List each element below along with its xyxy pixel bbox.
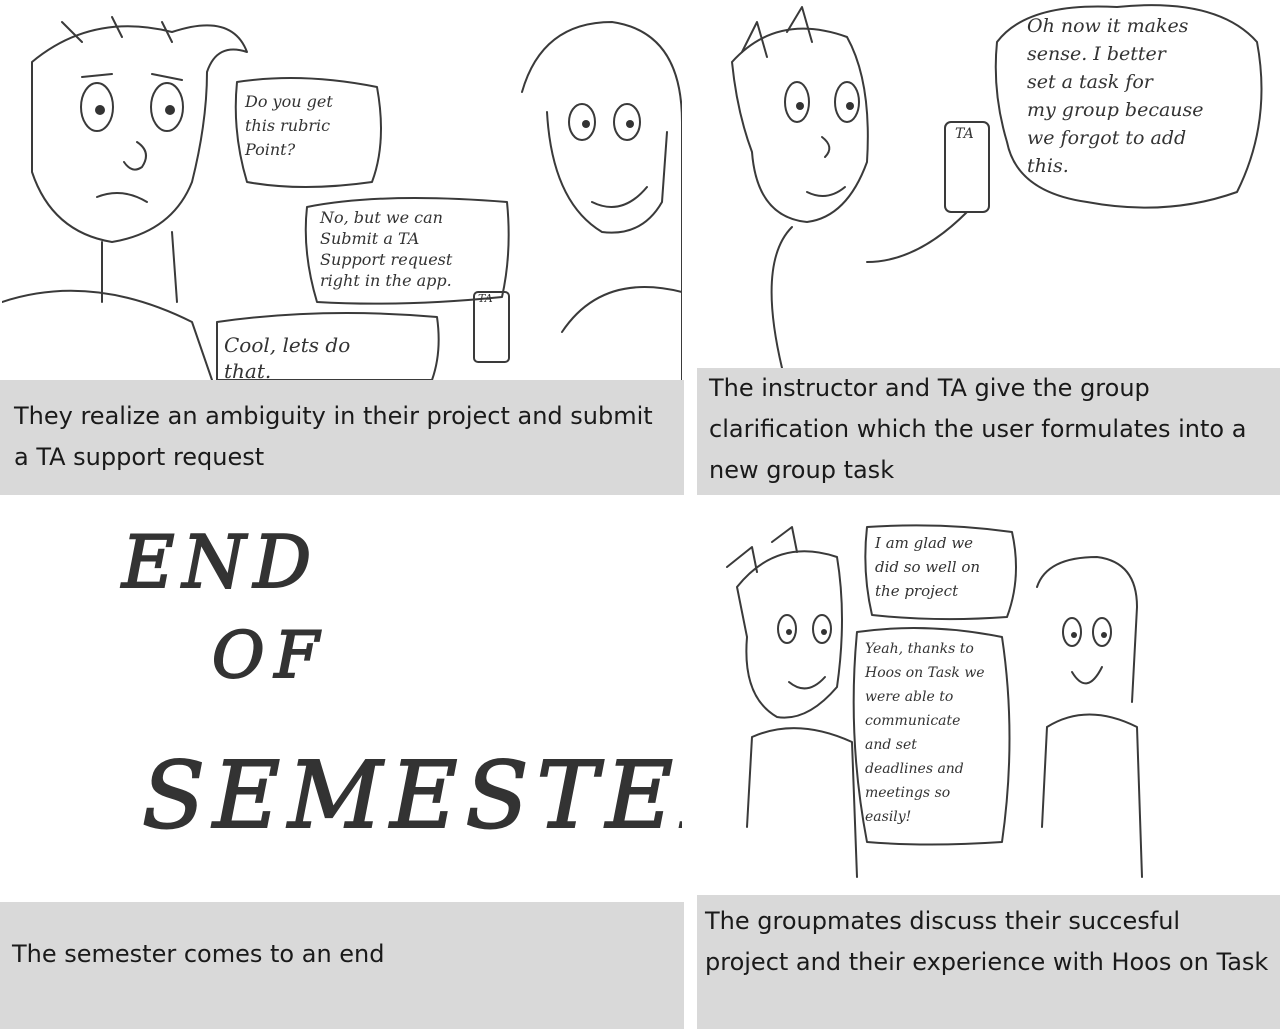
caption-text: The instructor and TA give the group cla… bbox=[709, 374, 1247, 484]
caption-text: The semester comes to an end bbox=[12, 940, 385, 968]
caption-panel-4: The groupmates discuss their succesful p… bbox=[697, 895, 1280, 1029]
caption-panel-1: They realize an ambiguity in their proje… bbox=[0, 380, 684, 495]
comic-panel-2: Oh now it makes sense. I better set a ta… bbox=[697, 2, 1280, 368]
bubble-question: Do you get this rubric Point? bbox=[245, 92, 333, 159]
bubble-top: I am glad we did so well on the project bbox=[875, 534, 981, 600]
comic-panel-4: I am glad we did so well on the project … bbox=[697, 497, 1280, 895]
semester-title: SEMESTER bbox=[142, 742, 682, 849]
caption-panel-2: The instructor and TA give the group cla… bbox=[697, 368, 1280, 495]
bubble-bottom: Yeah, thanks to Hoos on Task we were abl… bbox=[865, 641, 985, 825]
caption-text: The groupmates discuss their succesful p… bbox=[705, 907, 1269, 976]
caption-text: They realize an ambiguity in their proje… bbox=[14, 402, 653, 471]
comic-panel-1: Do you get this rubric Point? No, but we… bbox=[2, 2, 682, 380]
phone-label: TA bbox=[478, 292, 493, 305]
panel-1-drawing bbox=[2, 16, 682, 380]
of-title: OF bbox=[212, 619, 329, 693]
bubble-reply: Cool, lets do that. bbox=[224, 333, 351, 380]
phone-label: TA bbox=[955, 126, 974, 142]
thought-bubble: Oh now it makes sense. I better set a ta… bbox=[1027, 15, 1204, 177]
caption-panel-3: The semester comes to an end bbox=[0, 902, 684, 1029]
bubble-answer: No, but we can Submit a TA Support reque… bbox=[320, 208, 453, 290]
panel-3-drawing: END OF SEMESTER bbox=[119, 519, 682, 850]
comic-panel-3: END OF SEMESTER bbox=[2, 497, 682, 902]
end-title: END bbox=[120, 520, 319, 604]
